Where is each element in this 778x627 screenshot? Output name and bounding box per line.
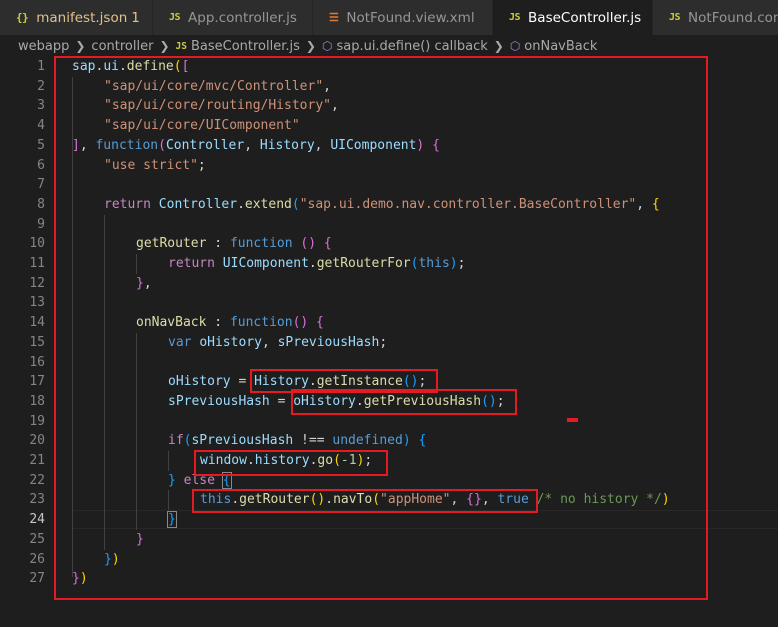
problem-count-badge: 1 — [131, 9, 140, 26]
line-number: 26 — [29, 551, 45, 567]
js-file-icon: JS — [669, 12, 681, 23]
line-number: 1 — [37, 59, 45, 74]
tab-notfound-view[interactable]: ☰ NotFound.view.xml — [313, 0, 493, 35]
chevron-right-icon: ❯ — [305, 39, 316, 53]
breadcrumb: webapp ❯ controller ❯ JS BaseController.… — [0, 35, 778, 57]
line-number: 25 — [29, 531, 45, 547]
annotation-outer-box — [54, 56, 708, 600]
line-number: 12 — [29, 275, 45, 291]
line-number: 9 — [37, 216, 45, 232]
line-number: 24 — [29, 512, 45, 528]
annotation-dash-mark — [567, 418, 578, 422]
xml-file-icon: ☰ — [329, 11, 339, 24]
tab-label: manifest.json — [36, 9, 128, 26]
line-number: 15 — [29, 334, 45, 350]
breadcrumb-symbol-callback[interactable]: sap.ui.define() callback — [336, 39, 487, 54]
annotation-box-get-previous-hash — [291, 389, 517, 415]
breadcrumb-symbol-onnavback[interactable]: onNavBack — [524, 39, 597, 54]
cube-symbol-icon: ⬡ — [321, 39, 333, 53]
editor-tab-bar: {} manifest.json 1 JS App.controller.js … — [0, 0, 778, 35]
line-number: 17 — [29, 374, 45, 390]
tab-label: NotFound.view.xml — [346, 9, 475, 26]
line-number: 16 — [29, 354, 45, 370]
line-number: 22 — [29, 472, 45, 488]
annotation-box-navto — [192, 489, 538, 513]
line-number: 14 — [29, 315, 45, 331]
breadcrumb-folder-controller[interactable]: controller — [91, 39, 153, 54]
line-number: 18 — [29, 393, 45, 409]
cube-symbol-icon: ⬡ — [509, 39, 521, 53]
line-number: 23 — [29, 492, 45, 508]
json-file-icon: {} — [16, 11, 29, 24]
chevron-right-icon: ❯ — [493, 39, 504, 53]
tab-label: BaseController.js — [528, 9, 642, 26]
tab-base-controller[interactable]: JS BaseController.js — [493, 0, 653, 35]
line-number: 7 — [37, 177, 45, 193]
tab-notfound-controller[interactable]: JS NotFound.cont — [653, 0, 778, 35]
line-number: 3 — [37, 98, 45, 114]
breadcrumb-folder-webapp[interactable]: webapp — [18, 39, 69, 54]
line-number: 8 — [37, 196, 45, 212]
line-number: 27 — [29, 571, 45, 587]
tab-label: NotFound.cont — [688, 9, 778, 26]
line-number: 21 — [29, 453, 45, 468]
line-number: 19 — [29, 413, 45, 429]
line-number: 4 — [37, 118, 45, 134]
line-number: 6 — [37, 157, 45, 173]
line-number: 5 — [37, 137, 45, 153]
annotation-box-history-go — [194, 450, 388, 476]
breadcrumb-file[interactable]: BaseController.js — [191, 39, 300, 54]
tab-label: App.controller.js — [188, 9, 297, 26]
chevron-right-icon: ❯ — [75, 39, 86, 53]
chevron-right-icon: ❯ — [159, 39, 170, 53]
line-number: 2 — [37, 78, 45, 94]
js-file-icon: JS — [509, 12, 521, 23]
line-number: 13 — [29, 295, 45, 311]
js-file-icon: JS — [175, 40, 187, 52]
tab-app-controller[interactable]: JS App.controller.js — [153, 0, 313, 35]
js-file-icon: JS — [169, 12, 181, 23]
line-number: 11 — [29, 256, 45, 271]
line-number: 10 — [29, 236, 45, 252]
line-number: 20 — [29, 433, 45, 449]
tab-manifest-json[interactable]: {} manifest.json 1 — [0, 0, 153, 35]
